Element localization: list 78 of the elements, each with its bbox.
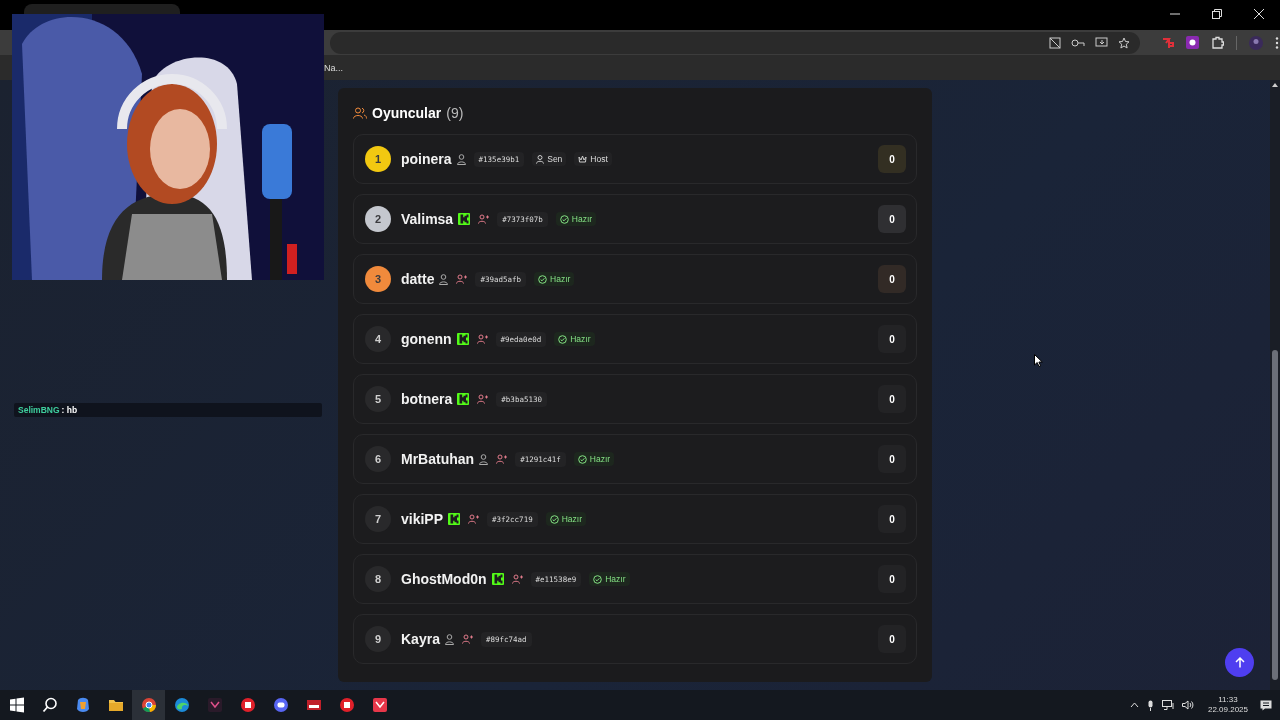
ready-badge: Hazır <box>573 452 615 466</box>
check-circle-icon <box>558 334 568 344</box>
rank-badge: 9 <box>365 626 391 652</box>
score-box: 0 <box>878 565 906 593</box>
player-name: poinera <box>401 151 452 167</box>
check-circle-icon <box>593 574 603 584</box>
ready-badge: Hazır <box>545 512 586 526</box>
app-icon[interactable] <box>371 697 388 713</box>
rank-badge: 6 <box>365 446 391 472</box>
key-icon[interactable] <box>1071 37 1085 48</box>
chrome-icon[interactable] <box>140 697 157 713</box>
avatar-icon[interactable] <box>1249 35 1263 50</box>
host-badge: Host <box>574 152 612 166</box>
score-box: 0 <box>878 385 906 413</box>
ready-badge: Hazır <box>589 572 630 586</box>
bookmark-link[interactable]: Na... <box>324 62 343 73</box>
clock[interactable]: 11:33 22.09.2025 <box>1207 695 1248 715</box>
edge-icon[interactable] <box>173 697 190 713</box>
chat-username: SelimBNG <box>18 405 60 415</box>
rank-badge: 3 <box>365 266 391 292</box>
clipboard-off-icon[interactable] <box>1049 36 1061 49</box>
check-circle-icon <box>559 214 569 224</box>
player-name: GhostMod0n <box>401 571 487 587</box>
score-box: 0 <box>878 325 906 353</box>
panel-title: Oyuncular <box>372 105 442 121</box>
start-icon[interactable] <box>8 697 25 713</box>
scroll-up-icon <box>1271 82 1279 88</box>
rank-badge: 8 <box>365 566 391 592</box>
score-box: 0 <box>878 445 906 473</box>
player-count: (9) <box>446 105 464 121</box>
close-icon[interactable] <box>1254 9 1264 19</box>
app-icon[interactable] <box>239 697 256 713</box>
player-name: vikiPP <box>401 511 444 527</box>
mixer-icon[interactable] <box>305 697 322 713</box>
chat-message: : hb <box>61 405 78 415</box>
ready-badge: Hazır <box>534 272 575 286</box>
network-icon[interactable] <box>1161 700 1174 710</box>
restore-icon[interactable] <box>1212 9 1222 19</box>
score-box: 0 <box>878 145 906 173</box>
player-name: botnera <box>401 391 453 407</box>
rank-badge: 4 <box>365 326 391 352</box>
arrow-up-icon <box>1234 657 1245 668</box>
crown-icon <box>578 155 588 163</box>
check-circle-icon <box>577 454 587 464</box>
extension-icon[interactable] <box>1186 36 1199 49</box>
menu-icon[interactable] <box>1275 36 1279 49</box>
you-badge: Sen <box>532 152 567 166</box>
install-icon[interactable] <box>1095 36 1108 49</box>
volume-icon[interactable] <box>1181 700 1194 710</box>
player-name: MrBatuhan <box>401 451 475 467</box>
player-name: gonenn <box>401 331 452 347</box>
score-box: 0 <box>878 505 906 533</box>
rank-badge: 2 <box>365 206 391 232</box>
score-box: 0 <box>878 265 906 293</box>
rank-badge: 7 <box>365 506 391 532</box>
puzzle-icon[interactable] <box>1211 36 1224 49</box>
star-icon[interactable] <box>1118 36 1130 49</box>
search-icon[interactable] <box>41 697 58 713</box>
folder-icon[interactable] <box>107 697 124 713</box>
score-box: 0 <box>878 625 906 653</box>
microphone-icon[interactable] <box>1146 699 1154 711</box>
score-box: 0 <box>878 205 906 233</box>
player-name: Valimsa <box>401 211 454 227</box>
notification-icon[interactable] <box>1260 699 1272 711</box>
check-circle-icon <box>549 514 559 524</box>
player-name: datte <box>401 271 435 287</box>
cursor-icon <box>1034 354 1043 367</box>
rank-badge: 1 <box>365 146 391 172</box>
rank-badge: 5 <box>365 386 391 412</box>
users-icon <box>353 107 367 119</box>
check-circle-icon <box>538 274 548 284</box>
app-icon[interactable] <box>338 697 355 713</box>
user-icon <box>536 154 545 164</box>
player-name: Kayra <box>401 631 440 647</box>
ready-badge: Hazır <box>555 212 597 226</box>
ready-badge: Hazır <box>554 332 595 346</box>
chevron-up-icon[interactable] <box>1129 702 1139 708</box>
scrollbar-thumb[interactable] <box>1272 350 1278 680</box>
